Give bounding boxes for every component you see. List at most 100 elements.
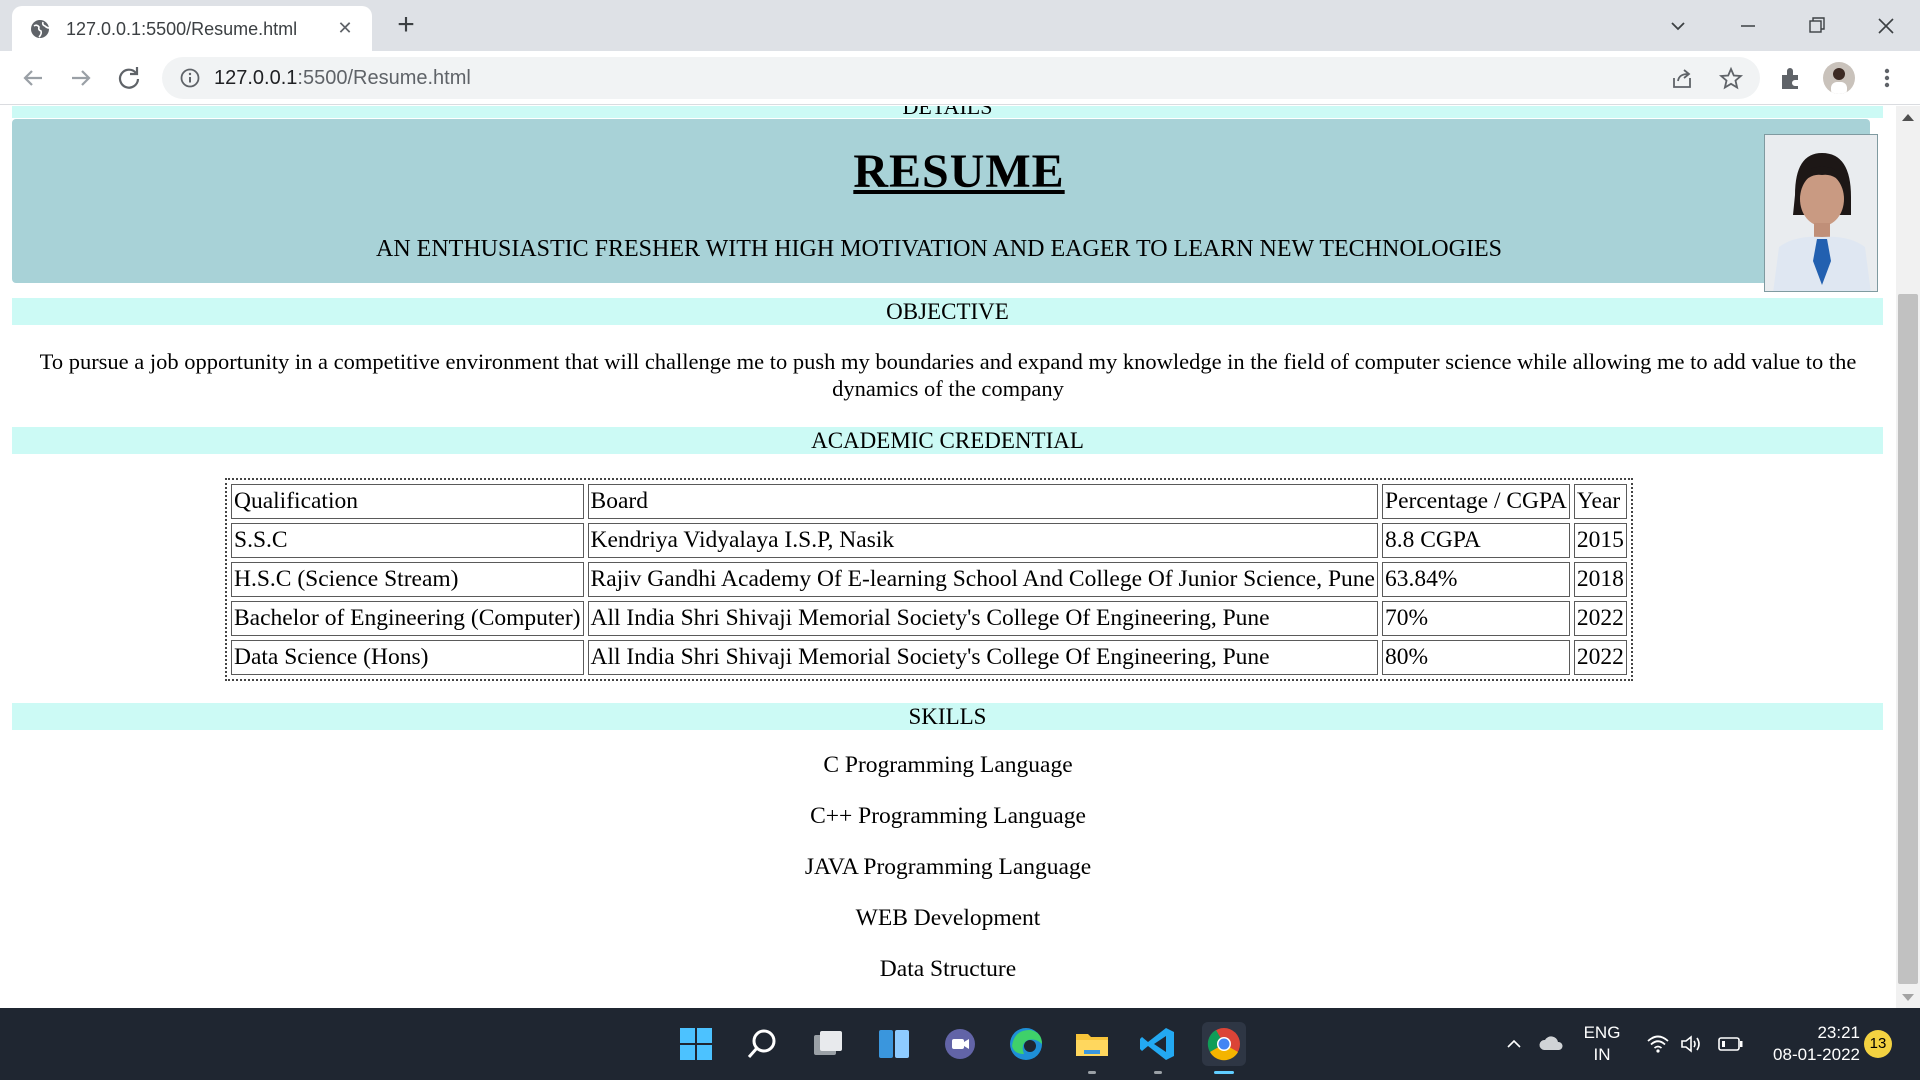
minimize-icon[interactable] [1726,8,1770,44]
skills-heading: SKILLS [12,703,1883,730]
globe-icon [31,20,50,38]
taskbar: ENG IN 23:21 08-01-2022 [0,1008,1920,1080]
chat-icon [945,1029,975,1059]
academic-table: Qualification Board Percentage / CGPA Year S… [225,478,1633,681]
tab-title: 127.0.0.1:5500/Resume.html [66,19,298,39]
skill-item: WEB Development [855,905,1041,931]
table-row: Bachelor of Engineering (Computer) All In… [231,601,1627,636]
forward-icon[interactable] [64,61,98,95]
edge-icon [1010,1028,1042,1060]
reload-icon[interactable] [112,61,146,95]
teams-chat-button[interactable] [938,1022,982,1066]
windows-logo-icon [680,1028,712,1060]
table-row: S.S.C Kendriya Vidyalaya I.S.P, Nasik 8.8 … [231,523,1627,558]
table-cell: 80% [1382,640,1570,675]
url-path: :5500/Resume.html [297,67,471,89]
page-viewport: DETAILS RESUME AN ENTHUSIASTIC FRESHER W… [0,106,1896,1008]
language-code: ENG [1583,1023,1621,1042]
table-cell: 70% [1382,601,1570,636]
objective-heading: OBJECTIVE [12,298,1883,325]
file-explorer-button[interactable] [1070,1022,1114,1074]
table-cell: Data Science (Hons) [231,640,584,675]
skill-item: JAVA Programming Language [804,854,1092,880]
active-indicator [1214,1071,1234,1074]
clock[interactable]: 23:21 08-01-2022 [1760,1022,1860,1066]
table-row: Data Science (Hons) All India Shri Shivaj… [231,640,1627,675]
tab-strip: 127.0.0.1:5500/Resume.html ✕ + [0,0,1920,51]
table-cell: 8.8 CGPA [1382,523,1570,558]
battery-icon[interactable] [1718,1036,1744,1052]
table-header-cell: Qualification [231,484,584,519]
language-indicator[interactable]: ENG IN [1578,1022,1626,1066]
edge-button[interactable] [1004,1022,1048,1066]
browser-toolbar: 127.0.0.1:5500/Resume.html [0,51,1920,105]
table-row: H.S.C (Science Stream) Rajiv Gandhi Acade… [231,562,1627,597]
academic-heading: ACADEMIC CREDENTIAL [12,427,1883,454]
table-cell: H.S.C (Science Stream) [231,562,584,597]
extensions-icon[interactable] [1776,63,1806,93]
close-tab-icon[interactable]: ✕ [332,15,358,41]
table-cell: Bachelor of Engineering (Computer) [231,601,584,636]
table-cell: All India Shri Shivaji Memorial Society'… [587,640,1378,675]
scroll-down-arrow[interactable] [1902,994,1914,1001]
resume-tagline: AN ENTHUSIASTIC FRESHER WITH HIGH MOTIVA… [376,236,1502,262]
site-info-icon[interactable] [180,68,200,88]
folder-icon [1076,1034,1108,1056]
address-bar[interactable]: 127.0.0.1:5500/Resume.html [162,57,1760,99]
table-header-cell: Year [1573,484,1627,519]
start-button[interactable] [674,1022,718,1066]
vscode-button[interactable] [1136,1022,1180,1074]
widgets-icon [879,1030,909,1058]
scroll-up-arrow[interactable] [1902,114,1914,121]
wifi-icon[interactable] [1646,1034,1670,1054]
table-header-row: Qualification Board Percentage / CGPA Year [231,484,1627,519]
table-header-cell: Percentage / CGPA [1382,484,1570,519]
table-cell: 2015 [1573,523,1627,558]
table-cell: Kendriya Vidyalaya I.S.P, Nasik [587,523,1378,558]
bookmark-star-icon[interactable] [1718,66,1744,92]
scroll-thumb[interactable] [1898,294,1918,984]
table-cell: 63.84% [1382,562,1570,597]
task-view-icon [814,1031,842,1055]
volume-icon[interactable] [1680,1033,1704,1055]
table-cell: S.S.C [231,523,584,558]
objective-text: To pursue a job opportunity in a competi… [39,349,1857,401]
chrome-button[interactable] [1202,1022,1246,1074]
table-cell: 2022 [1573,640,1627,675]
task-view-button[interactable] [806,1022,850,1066]
table-cell: Rajiv Gandhi Academy Of E-learning Schoo… [587,562,1378,597]
search-button[interactable] [740,1022,784,1066]
details-heading-band: DETAILS [12,106,1883,118]
restore-icon[interactable] [1794,8,1838,44]
tab-search-icon[interactable] [1656,8,1700,44]
clock-time: 23:21 [1817,1023,1860,1042]
region-code: IN [1593,1045,1611,1064]
notification-badge[interactable]: 13 [1864,1030,1892,1058]
widgets-button[interactable] [872,1022,916,1066]
running-indicator [1154,1071,1162,1074]
close-window-icon[interactable] [1864,8,1908,44]
table-cell: 2018 [1573,562,1627,597]
chrome-icon [1207,1028,1240,1061]
table-cell: All India Shri Shivaji Memorial Society'… [587,601,1378,636]
url-text[interactable]: 127.0.0.1:5500/Resume.html [214,67,471,90]
back-icon[interactable] [16,61,50,95]
onedrive-icon[interactable] [1538,1032,1564,1056]
clock-date: 08-01-2022 [1773,1045,1860,1064]
skill-item: Data Structure [879,956,1017,982]
details-heading: DETAILS [903,106,993,118]
new-tab-button[interactable]: + [390,10,422,42]
table-cell: 2022 [1573,601,1627,636]
profile-avatar[interactable] [1823,62,1855,94]
running-indicator [1088,1071,1096,1074]
resume-title: RESUME [853,145,1065,198]
browser-tab[interactable]: 127.0.0.1:5500/Resume.html ✕ [12,6,372,51]
browser-menu-icon[interactable] [1872,63,1902,93]
chevron-up-icon[interactable] [1504,1034,1524,1054]
share-icon[interactable] [1670,66,1696,92]
page-scrollbar[interactable] [1896,106,1920,1008]
skill-item: C Programming Language [823,752,1073,778]
table-header-cell: Board [587,484,1378,519]
url-host: 127.0.0.1 [214,67,298,89]
search-icon [747,1029,776,1058]
